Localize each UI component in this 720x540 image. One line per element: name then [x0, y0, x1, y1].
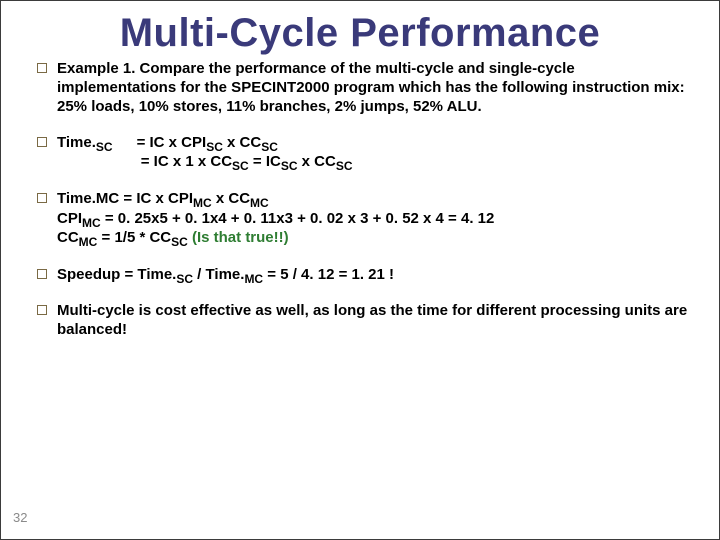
tmc-l1d: MC	[250, 196, 269, 210]
tmc-l3a: CC	[57, 229, 79, 246]
tmc-l3d: SC	[171, 235, 188, 249]
tmc-l1b: MC	[193, 196, 212, 210]
slide: Multi-Cycle Performance Example 1. Compa…	[0, 0, 720, 540]
sp-e: = 5 / 4. 12 = 1. 21 !	[263, 266, 394, 283]
bullet-speedup: Speedup = Time.SC / Time.MC = 5 / 4. 12 …	[31, 266, 689, 285]
sp-d: MC	[244, 272, 263, 286]
bullet-time-mc: Time.MC = IC x CPIMC x CCMC CPIMC = 0. 2…	[31, 190, 689, 248]
tsc-l2b: SC	[232, 159, 249, 173]
tsc-l2f: SC	[336, 159, 353, 173]
tsc-l2d: SC	[281, 159, 298, 173]
tsc-l1a: = IC x CPI	[137, 134, 207, 151]
tmc-l3c: = 1/5 * CC	[97, 229, 171, 246]
bullet-example: Example 1. Compare the performance of th…	[31, 60, 689, 116]
tmc-l3e: (Is that true!!)	[188, 229, 289, 246]
slide-body: Example 1. Compare the performance of th…	[31, 60, 689, 340]
bullet-list: Example 1. Compare the performance of th…	[31, 60, 689, 340]
tmc-l3b: MC	[79, 235, 98, 249]
sp-b: SC	[176, 272, 193, 286]
time-sc-pre: Time.	[57, 134, 96, 151]
tmc-l1a: Time.MC = IC x CPI	[57, 190, 193, 207]
page-number: 32	[13, 510, 27, 525]
bullet-time-sc: Time.SC = IC x CPISC x CCSC = IC x 1 x C…	[31, 134, 689, 172]
tsc-l2a: = IC x 1 x CC	[141, 153, 232, 170]
tmc-line1: Time.MC = IC x CPIMC x CCMC	[57, 190, 269, 207]
tmc-l2a: CPI	[57, 210, 82, 227]
tsc-l1c: x CC	[223, 134, 261, 151]
tmc-line3: CCMC = 1/5 * CCSC (Is that true!!)	[57, 228, 689, 248]
time-sc-sub: SC	[96, 140, 113, 154]
tmc-line2: CPIMC = 0. 25x5 + 0. 1x4 + 0. 11x3 + 0. …	[57, 209, 689, 229]
tmc-l2c: = 0. 25x5 + 0. 1x4 + 0. 11x3 + 0. 02 x 3…	[101, 210, 495, 227]
tmc-l1c: x CC	[212, 190, 250, 207]
bullet-cost-effective: Multi-cycle is cost effective as well, a…	[31, 302, 689, 340]
slide-title: Multi-Cycle Performance	[41, 11, 679, 56]
tsc-l2e: x CC	[298, 153, 336, 170]
time-sc-label: Time.SC	[57, 134, 113, 153]
sp-a: Speedup = Time.	[57, 266, 176, 283]
tsc-l2c: = IC	[249, 153, 281, 170]
sp-c: / Time.	[193, 266, 244, 283]
time-sc-eq: = IC x CPISC x CCSC = IC x 1 x CCSC = IC…	[137, 134, 353, 172]
